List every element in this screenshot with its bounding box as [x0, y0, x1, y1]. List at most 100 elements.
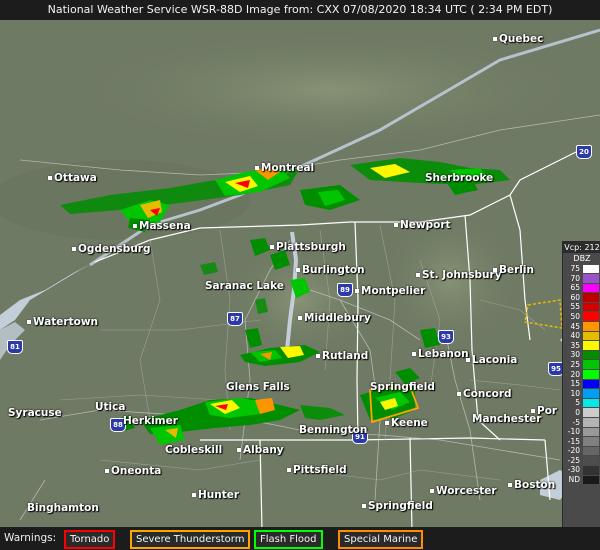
city-burlington: Burlington [296, 264, 365, 276]
city-rutland: Rutland [316, 350, 368, 362]
legend-value: -20 [567, 446, 580, 456]
city-boston: Boston [508, 479, 555, 491]
legend-row: 0 [563, 408, 600, 418]
legend-value: 20 [570, 369, 580, 379]
warnings-bar: Warnings: Tornado Severe Thunderstorm Fl… [0, 527, 600, 550]
city-ottawa: Ottawa [48, 172, 97, 184]
city-bennington: Bennington [299, 424, 368, 436]
city-st-johnsbury: St. Johnsbury [416, 269, 502, 281]
legend-value: 35 [570, 340, 580, 350]
legend-value: 50 [570, 311, 580, 321]
legend-value: 75 [570, 264, 580, 273]
legend-swatch [583, 418, 599, 427]
legend-value: 65 [570, 283, 580, 293]
legend-swatch [583, 475, 599, 485]
city-pittsfield: Pittsfield [287, 464, 347, 476]
legend-row: 75 [563, 264, 600, 274]
legend-row: 15 [563, 379, 600, 389]
city-glens-falls: Glens Falls [226, 381, 290, 393]
legend-row: 40 [563, 331, 600, 341]
legend-swatch [583, 465, 599, 475]
city-albany: Albany [237, 444, 284, 456]
legend-row: 10 [563, 389, 600, 399]
legend-value: 30 [570, 350, 580, 360]
legend-row: 30 [563, 350, 600, 360]
city-portsmouth: Por [531, 405, 557, 417]
legend-value: -30 [567, 465, 580, 475]
city-newport: Newport [394, 219, 451, 231]
city-saranac-lake: Saranac Lake [205, 280, 284, 292]
legend-swatch [583, 437, 599, 446]
legend-row: 5 [563, 398, 600, 408]
legend-value: -10 [567, 427, 580, 437]
warning-special-marine[interactable]: Special Marine [338, 530, 424, 549]
legend-swatch [583, 379, 599, 389]
legend-row: -5 [563, 418, 600, 428]
city-hunter: Hunter [192, 489, 239, 501]
legend-row: -30 [563, 465, 600, 475]
legend-swatch [583, 322, 599, 331]
legend-row: ND [563, 475, 600, 485]
legend-row: -15 [563, 437, 600, 447]
warnings-label: Warnings: [4, 532, 57, 544]
city-middlebury: Middlebury [298, 312, 371, 324]
highway-shield-93: 93 [438, 330, 454, 344]
legend-swatch [583, 274, 599, 283]
legend-row: 70 [563, 274, 600, 284]
city-herkimer: Herkimer [123, 415, 178, 427]
legend-row: 60 [563, 293, 600, 303]
city-massena: Massena [133, 220, 191, 232]
legend-swatch [583, 398, 599, 408]
city-oneonta: Oneonta [105, 465, 161, 477]
warning-tornado[interactable]: Tornado [64, 530, 116, 549]
radar-title: National Weather Service WSR-88D Image f… [0, 0, 600, 20]
legend-value: ND [568, 475, 580, 485]
legend-swatch [583, 331, 599, 341]
laurentian-terrain [70, 30, 590, 150]
legend-value: 10 [570, 388, 580, 398]
legend-value: -5 [572, 417, 580, 427]
legend-row: -20 [563, 446, 600, 456]
legend-value: 15 [570, 379, 580, 389]
legend-value: 0 [575, 407, 580, 417]
legend-row: 45 [563, 322, 600, 332]
legend-row: 25 [563, 360, 600, 370]
legend-row: 50 [563, 312, 600, 322]
legend-value: 45 [570, 321, 580, 331]
legend-unit: DBZ [573, 254, 591, 263]
legend-row: -10 [563, 427, 600, 437]
radar-map: National Weather Service WSR-88D Image f… [0, 0, 600, 550]
dbz-legend: Vcp: 212 DBZ 75 70 65 60 55 50 45 40 35 30 25 20 15 10… [562, 241, 600, 543]
city-laconia: Laconia [466, 354, 517, 366]
legend-value: 70 [570, 273, 580, 283]
legend-swatch [583, 408, 599, 417]
city-utica: Utica [95, 401, 126, 413]
city-plattsburgh: Plattsburgh [270, 241, 346, 253]
city-montpelier: Montpelier [355, 285, 425, 297]
warning-severe-thunderstorm[interactable]: Severe Thunderstorm [130, 530, 251, 549]
warning-flash-flood[interactable]: Flash Flood [254, 530, 323, 549]
legend-swatch [583, 293, 599, 302]
legend-value: 60 [570, 292, 580, 302]
legend-value: -25 [567, 455, 580, 465]
legend-swatch [583, 389, 599, 398]
city-worcester: Worcester [430, 485, 497, 497]
legend-swatch [583, 341, 599, 350]
highway-shield-20: 20 [576, 145, 592, 159]
highway-shield-81: 81 [7, 340, 23, 354]
legend-scale: DBZ 75 70 65 60 55 50 45 40 35 30 25 20 15 10 5 0 -5 -10 -1… [563, 253, 600, 485]
legend-swatch [583, 360, 599, 370]
legend-swatch [583, 427, 599, 437]
legend-swatch [583, 264, 599, 274]
legend-swatch [583, 446, 599, 456]
city-springfield-vt: Springfield [370, 381, 435, 393]
legend-row: 55 [563, 302, 600, 312]
legend-row: 20 [563, 370, 600, 380]
legend-value: 5 [575, 398, 580, 408]
city-montreal: Montreal [255, 162, 314, 174]
city-berlin: Berlin [493, 264, 534, 276]
legend-swatch [583, 283, 599, 293]
legend-row: -25 [563, 456, 600, 466]
legend-value: 55 [570, 302, 580, 312]
legend-row: 35 [563, 341, 600, 351]
